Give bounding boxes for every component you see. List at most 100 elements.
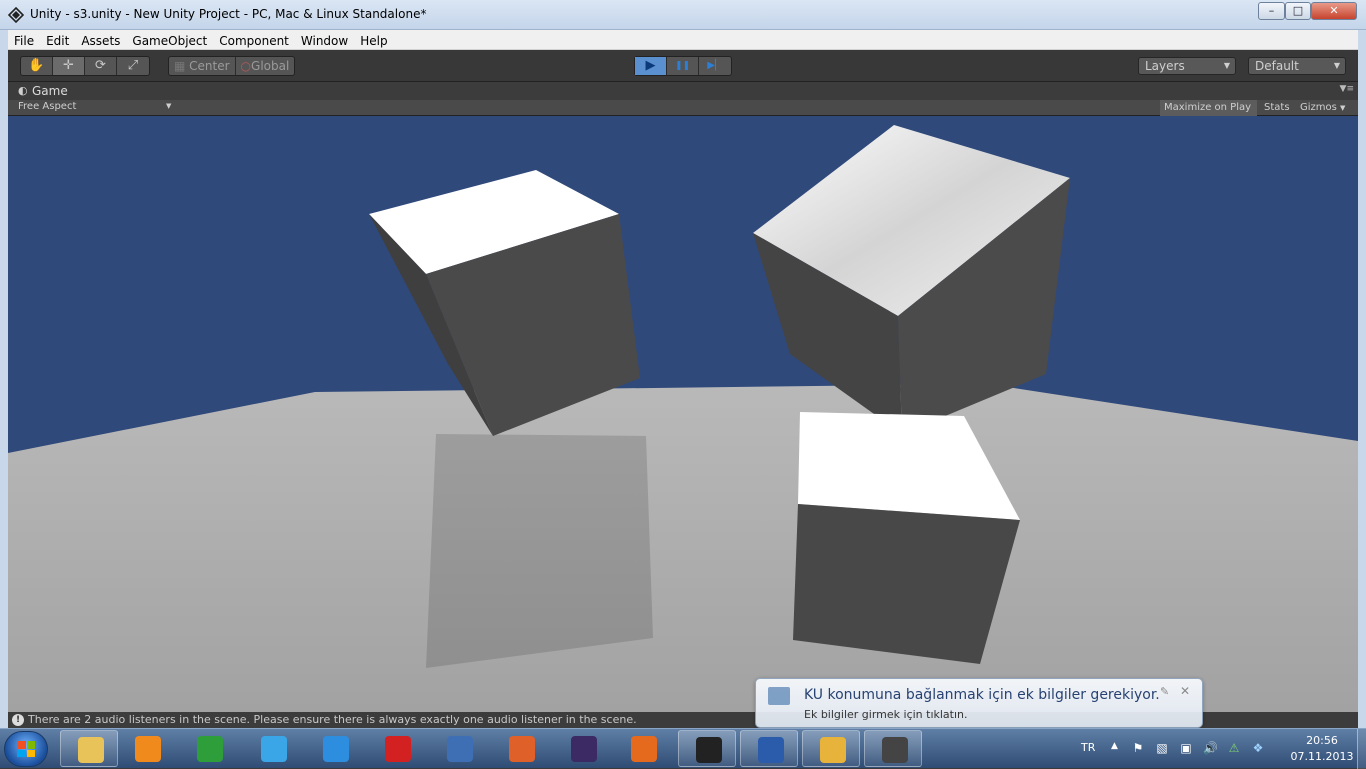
maximize-on-play-toggle[interactable]: Maximize on Play: [1160, 100, 1257, 116]
layers-dropdown[interactable]: Layers ▼: [1138, 57, 1236, 75]
move-tool-button[interactable]: ✛: [53, 57, 85, 75]
menu-component[interactable]: Component: [213, 32, 295, 51]
aspect-dropdown[interactable]: Free Aspect ▼: [18, 101, 171, 112]
game-view-toolbar: Free Aspect ▼ Maximize on Play Stats Giz…: [8, 100, 1358, 116]
menu-assets[interactable]: Assets: [75, 32, 126, 51]
chevron-down-icon: ▼: [1333, 61, 1340, 70]
action-center-flag-icon[interactable]: ⚑: [1131, 741, 1145, 755]
game-tab-label: Game: [32, 84, 68, 98]
taskbar-eclipse-button[interactable]: [554, 730, 612, 767]
menu-bar: File Edit Assets GameObject Component Window H…: [8, 30, 1358, 50]
taskbar-virtualbox-button[interactable]: [430, 730, 488, 767]
game-viewport[interactable]: [8, 116, 1358, 712]
pivot-center-label: Center: [189, 59, 230, 73]
eclipse-icon: [571, 736, 597, 762]
scale-tool-button[interactable]: ⤢: [117, 57, 149, 75]
menu-gameobject[interactable]: GameObject: [126, 32, 213, 51]
unity-icon: [696, 737, 722, 763]
taskbar-matlab-button[interactable]: [492, 730, 550, 767]
menu-file[interactable]: File: [8, 32, 40, 51]
taskbar-word-button[interactable]: [740, 730, 798, 767]
info-icon: !: [12, 714, 24, 726]
window-title: Unity - s3.unity - New Unity Project - P…: [30, 7, 427, 21]
scene-render: [8, 125, 1358, 712]
chevron-down-icon: ▼: [166, 102, 172, 110]
transform-tools: ✋ ✛ ⟳ ⤢: [20, 56, 150, 76]
stats-toggle[interactable]: Stats: [1260, 100, 1294, 116]
device-icon[interactable]: ▧: [1155, 741, 1169, 755]
panel-menu-icon[interactable]: ▼≡: [1340, 84, 1354, 94]
minimize-button[interactable]: –: [1258, 2, 1285, 20]
cube-shadow: [426, 434, 653, 668]
bluetooth-icon[interactable]: ❖: [1251, 741, 1265, 755]
play-button[interactable]: ▶: [635, 57, 667, 75]
firefox-icon: [631, 736, 657, 762]
gizmos-label: Gizmos: [1300, 102, 1337, 113]
game-view-icon: ◐: [18, 84, 28, 97]
rotate-tool-button[interactable]: ⟳: [85, 57, 117, 75]
network-icon[interactable]: ▣: [1179, 741, 1193, 755]
pause-button[interactable]: ❚❚: [667, 57, 699, 75]
pin-icon[interactable]: ✎: [1160, 685, 1169, 698]
pivot-toggles: ▦ Center ○Global: [168, 56, 296, 76]
taskbar-system-monitor-button[interactable]: [180, 730, 238, 767]
taskbar-windows-explorer-button[interactable]: [60, 730, 118, 767]
system-monitor-icon: [197, 736, 223, 762]
taskbar-unity-button[interactable]: [678, 730, 736, 767]
layout-label: Default: [1255, 59, 1299, 73]
media-player-icon: [135, 736, 161, 762]
menu-help[interactable]: Help: [354, 32, 393, 51]
system-tray: TR ▲ ⚑ ▧ ▣ 🔊 ⚠ ❖ 20:56 07.11.2013: [1075, 729, 1366, 769]
playback-controls: ▶ ❚❚ ▶▏: [634, 56, 732, 76]
windows-explorer-icon: [78, 737, 104, 763]
layers-label: Layers: [1145, 59, 1185, 73]
chevron-down-icon: ▼: [1223, 61, 1230, 70]
word-icon: [758, 737, 784, 763]
start-button[interactable]: [4, 731, 48, 767]
itunes-icon: [261, 736, 287, 762]
title-bar[interactable]: Unity - s3.unity - New Unity Project - P…: [0, 0, 1366, 30]
unity-logo-icon: [8, 7, 24, 23]
status-message: There are 2 audio listeners in the scene…: [28, 713, 637, 726]
paint-icon: [820, 737, 846, 763]
camera-app-icon: [882, 737, 908, 763]
clock-date[interactable]: 07.11.2013: [1285, 750, 1359, 763]
notification-text: Ek bilgiler girmek için tıklatın.: [804, 708, 968, 721]
taskbar-media-player-button[interactable]: [118, 730, 176, 767]
taskbar-itunes-button[interactable]: [244, 730, 302, 767]
notification-balloon[interactable]: KU konumuna bağlanmak için ek bilgiler g…: [755, 678, 1203, 728]
menu-edit[interactable]: Edit: [40, 32, 75, 51]
notification-title: KU konumuna bağlanmak için ek bilgiler g…: [804, 687, 1160, 703]
gizmos-dropdown[interactable]: Gizmos ▼: [1296, 100, 1349, 116]
main-toolbar: ✋ ✛ ⟳ ⤢ ▦ Center ○Global ▶ ❚❚ ▶▏ Layers …: [8, 50, 1358, 82]
game-tab[interactable]: ◐ Game ▼≡: [8, 82, 1358, 100]
menu-window[interactable]: Window: [295, 32, 354, 51]
windows-logo-icon: [17, 741, 35, 757]
matlab-icon: [509, 736, 535, 762]
network-icon: [768, 687, 790, 705]
internet-explorer-icon: [323, 736, 349, 762]
volume-icon[interactable]: 🔊: [1203, 741, 1218, 755]
taskbar: TR ▲ ⚑ ▧ ▣ 🔊 ⚠ ❖ 20:56 07.11.2013: [0, 728, 1366, 769]
layout-dropdown[interactable]: Default ▼: [1248, 57, 1346, 75]
pivot-global-label: Global: [251, 59, 290, 73]
hand-tool-button[interactable]: ✋: [21, 57, 53, 75]
taskbar-internet-explorer-button[interactable]: [306, 730, 364, 767]
opera-icon: [385, 736, 411, 762]
show-desktop-button[interactable]: [1357, 729, 1366, 769]
pivot-center-button[interactable]: ▦ Center: [169, 57, 236, 75]
show-hidden-icons-icon[interactable]: ▲: [1111, 741, 1118, 751]
close-button[interactable]: ✕: [1311, 2, 1357, 20]
taskbar-camera-app-button[interactable]: [864, 730, 922, 767]
taskbar-paint-button[interactable]: [802, 730, 860, 767]
language-indicator[interactable]: TR: [1081, 741, 1095, 754]
step-button[interactable]: ▶▏: [699, 57, 731, 75]
clock-time[interactable]: 20:56: [1297, 734, 1347, 747]
taskbar-firefox-button[interactable]: [614, 730, 672, 767]
close-icon[interactable]: ✕: [1180, 684, 1190, 698]
taskbar-opera-button[interactable]: [368, 730, 426, 767]
maximize-button[interactable]: □: [1285, 2, 1311, 20]
virtualbox-icon: [447, 736, 473, 762]
pivot-global-button[interactable]: ○Global: [236, 57, 295, 75]
security-icon[interactable]: ⚠: [1227, 741, 1241, 755]
